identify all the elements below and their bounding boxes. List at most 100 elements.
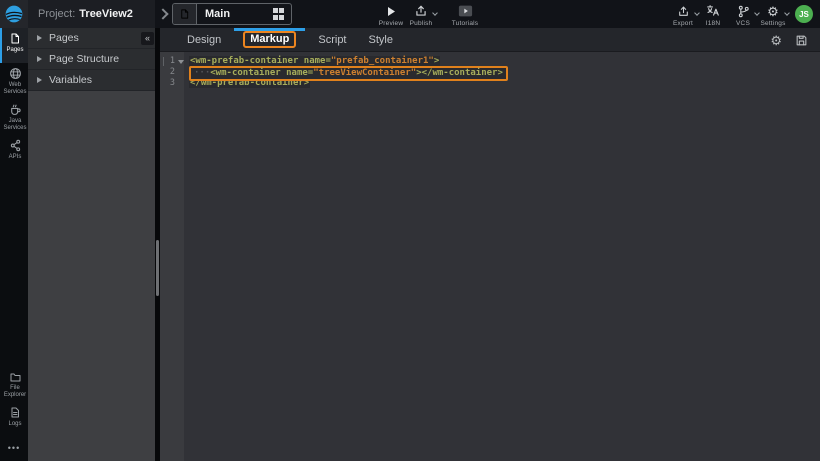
editor-area: Design Markup Script Style ⚙ — [160, 28, 820, 461]
folder-icon — [9, 370, 22, 383]
line-number: 1 — [170, 56, 175, 66]
tab-design[interactable]: Design — [176, 28, 232, 52]
token-string: "treeViewContainer" — [313, 68, 416, 78]
accordion-caret-icon — [37, 56, 42, 62]
app-logo[interactable] — [0, 0, 28, 28]
sidebar-item-label: Logs — [8, 421, 21, 428]
page-tab-label: Main — [197, 8, 273, 20]
coffee-icon — [9, 103, 22, 116]
accordion-label: Page Structure — [49, 53, 119, 65]
tab-label: Markup — [243, 31, 296, 48]
publish-caret-icon — [432, 10, 438, 16]
token-string: "prefab_container1" — [331, 56, 434, 66]
accordion-caret-icon — [37, 77, 42, 83]
line-number: 3 — [170, 78, 175, 88]
editor-gutter: 1 2 3 — [160, 52, 184, 461]
token-indent: ··· — [194, 68, 210, 78]
play-icon — [385, 4, 397, 18]
accordion-label: Variables — [49, 74, 92, 86]
page-file-segment[interactable] — [173, 4, 197, 24]
pages-panel: Pages « Page Structure Variables — [28, 28, 155, 461]
tab-label: Script — [318, 34, 346, 46]
tab-markup[interactable]: Markup — [232, 28, 307, 52]
export-icon — [677, 4, 690, 18]
project-name: TreeView2 — [79, 8, 133, 20]
preview-button[interactable]: Preview — [376, 0, 406, 27]
settings-label: Settings — [760, 20, 785, 27]
token-tag-close: </wm-container> — [422, 68, 503, 78]
i18n-label: I18N — [706, 20, 721, 27]
editor-tabbar: Design Markup Script Style ⚙ — [160, 28, 820, 52]
user-avatar[interactable]: JS — [795, 5, 813, 23]
chevron-right-icon — [157, 8, 168, 19]
sidebar-item-label: Java Services — [2, 118, 28, 132]
sidebar-item-pages[interactable]: Pages — [0, 28, 28, 63]
project-breadcrumb[interactable]: Project: TreeView2 — [28, 0, 155, 28]
settings-button[interactable]: ⚙ Settings — [758, 0, 788, 27]
left-icon-sidebar: Pages Web Services Java Services APIs F — [0, 28, 28, 461]
sidebar-item-web-services[interactable]: Web Services — [0, 63, 28, 99]
topbar-center-actions: Preview Publish Tutorials — [376, 0, 480, 28]
sidebar-item-logs[interactable]: Logs — [0, 402, 28, 437]
page-file-icon — [179, 8, 190, 20]
gutter-line-1[interactable]: 1 — [160, 56, 184, 67]
tutorials-button[interactable]: Tutorials — [450, 0, 480, 27]
save-icon[interactable] — [795, 34, 808, 47]
code-line-2-highlighted[interactable]: ···<wm-container name="treeViewContainer… — [189, 67, 820, 78]
topbar-right-actions: Export I18N VCS — [668, 0, 788, 28]
line-number: 2 — [170, 67, 175, 77]
pages-switcher-icon[interactable] — [273, 8, 285, 20]
vcs-label: VCS — [736, 20, 750, 27]
translate-icon — [706, 4, 720, 18]
sidebar-spacer — [0, 170, 28, 366]
sidebar-item-label: Web Services — [2, 82, 28, 96]
wavemaker-logo-icon — [4, 4, 24, 24]
export-label: Export — [673, 20, 693, 27]
tab-script[interactable]: Script — [307, 28, 357, 52]
wavemaker-studio-window: Project: TreeView2 Main Preview — [0, 0, 820, 461]
accordion-caret-icon — [37, 35, 42, 41]
sidebar-item-label: Pages — [6, 47, 23, 54]
accordion-pages[interactable]: Pages « — [28, 28, 155, 49]
sidebar-item-java-services[interactable]: Java Services — [0, 99, 28, 135]
gutter-line-2[interactable]: 2 — [160, 67, 184, 78]
tutorials-label: Tutorials — [452, 20, 478, 27]
panel-scrollbar[interactable] — [155, 28, 160, 461]
branch-icon — [737, 4, 750, 18]
fold-arrow-icon[interactable] — [178, 60, 184, 64]
editor-toolbar-icons: ⚙ — [770, 28, 808, 52]
markup-settings-gear-icon[interactable]: ⚙ — [770, 34, 782, 47]
vcs-button[interactable]: VCS — [728, 0, 758, 27]
tab-label: Design — [187, 34, 221, 46]
highlight-box: ···<wm-container name="treeViewContainer… — [189, 66, 508, 81]
sidebar-item-file-explorer[interactable]: File Explorer — [0, 366, 28, 402]
panel-scrollbar-thumb[interactable] — [156, 240, 159, 296]
page-tab-main[interactable]: Main — [172, 3, 292, 25]
sidebar-more-button[interactable]: ••• — [0, 437, 28, 461]
accordion-page-structure[interactable]: Page Structure — [28, 49, 155, 70]
globe-icon — [9, 67, 22, 80]
project-label: Project: — [38, 8, 75, 20]
i18n-button[interactable]: I18N — [698, 0, 728, 27]
sidebar-item-label: APIs — [9, 154, 22, 161]
publish-button[interactable]: Publish — [406, 0, 436, 27]
log-file-icon — [9, 406, 21, 419]
publish-upload-icon — [414, 4, 428, 18]
publish-label: Publish — [410, 20, 433, 27]
api-nodes-icon — [9, 139, 22, 152]
tutorials-video-icon — [458, 4, 473, 18]
tab-style[interactable]: Style — [358, 28, 404, 52]
accordion-variables[interactable]: Variables — [28, 70, 155, 91]
topbar: Project: TreeView2 Main Preview — [0, 0, 820, 28]
sidebar-item-label: File Explorer — [2, 385, 28, 399]
sidebar-item-apis[interactable]: APIs — [0, 135, 28, 170]
panel-collapse-button[interactable]: « — [141, 32, 154, 45]
markup-code-editor[interactable]: 1 2 3 <wm-prefab-container name="prefab_… — [160, 52, 820, 461]
gutter-line-3[interactable]: 3 — [160, 78, 184, 89]
export-button[interactable]: Export — [668, 0, 698, 27]
code-lines[interactable]: <wm-prefab-container name="prefab_contai… — [184, 52, 820, 461]
settings-caret-icon — [784, 10, 790, 16]
token-tag-open: <wm-container — [210, 68, 280, 78]
token-tag-end: > — [434, 56, 439, 66]
token-attr: name= — [298, 56, 331, 66]
